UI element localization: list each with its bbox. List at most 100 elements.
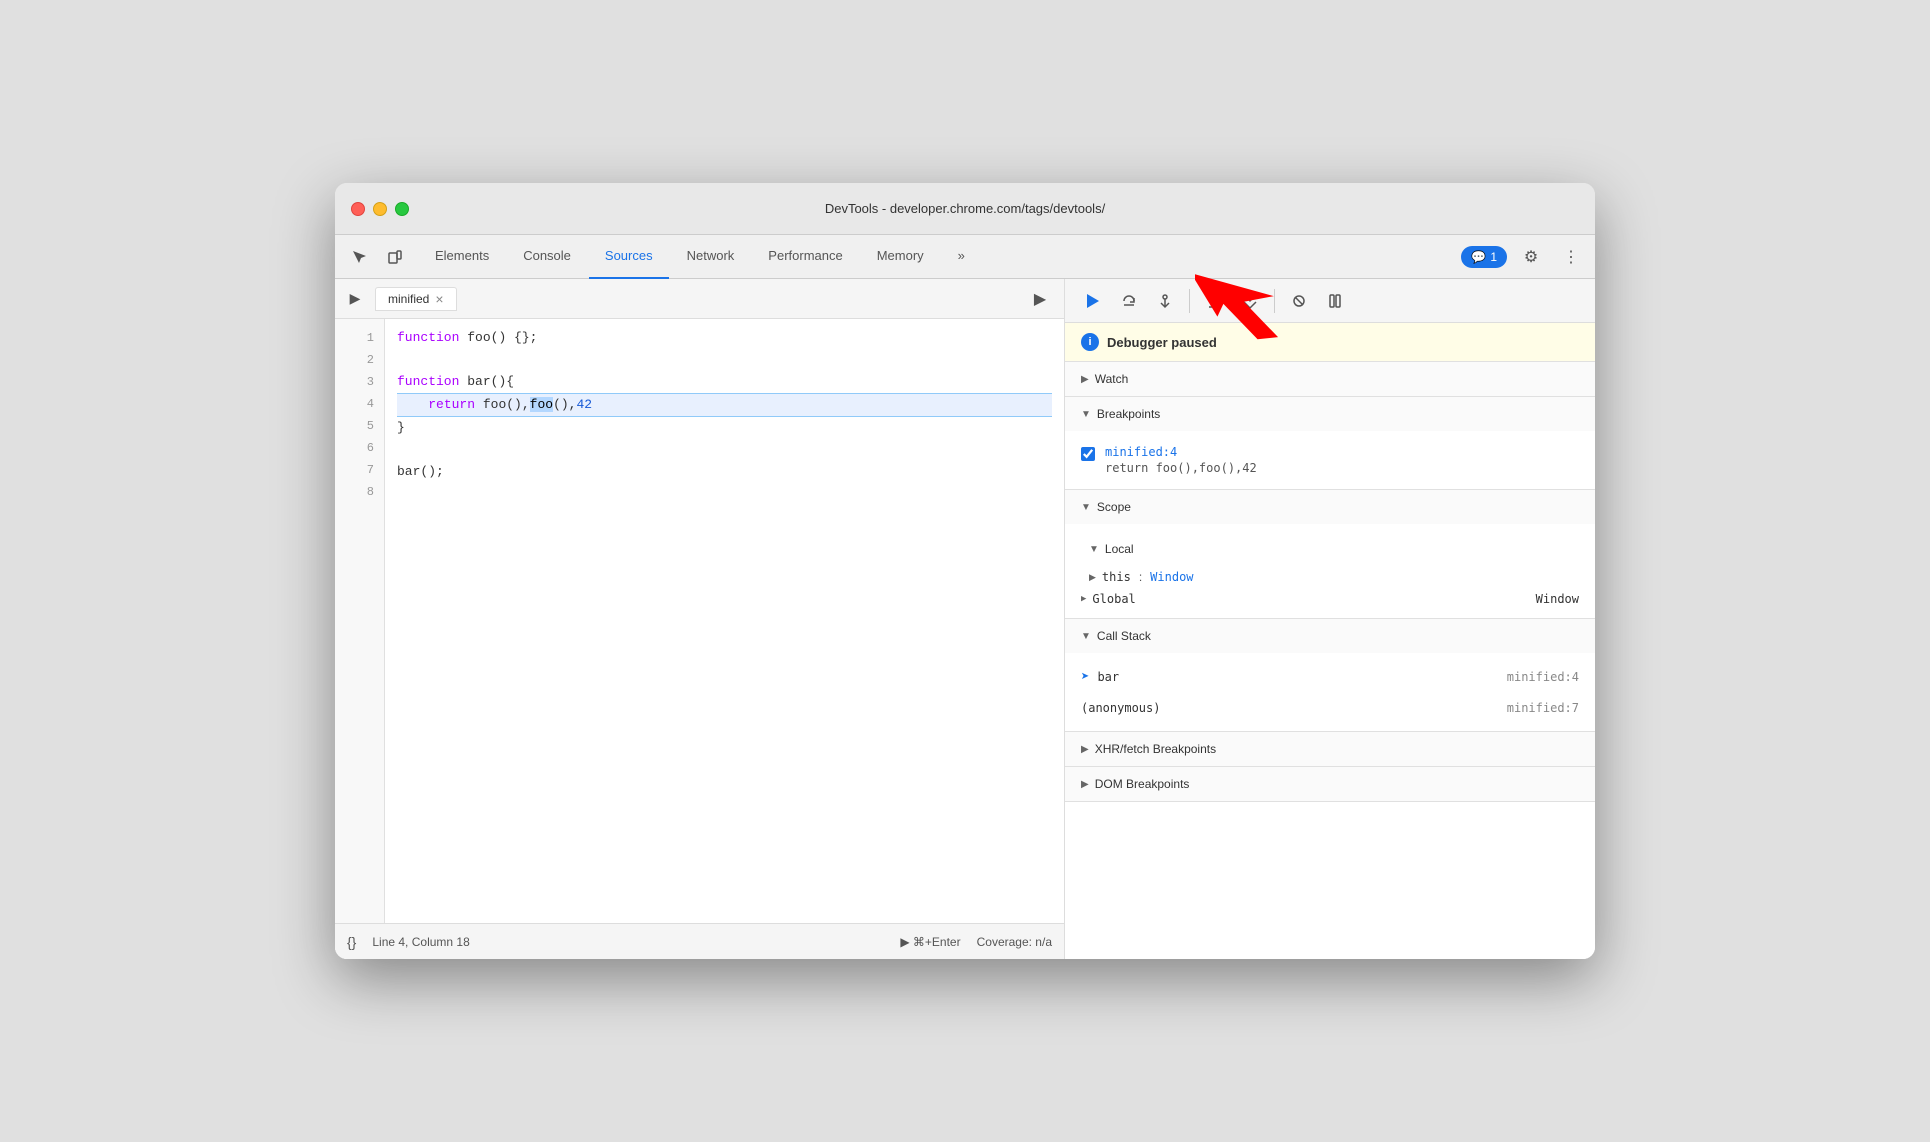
breakpoint-code: return foo(),foo(),42: [1105, 461, 1579, 475]
this-key: this: [1102, 570, 1131, 584]
chat-icon: 💬: [1471, 250, 1486, 264]
breakpoint-item: minified:4 return foo(),foo(),42: [1065, 439, 1595, 481]
xhr-header[interactable]: ▶ XHR/fetch Breakpoints: [1065, 732, 1595, 766]
callstack-collapse-icon: ▼: [1081, 631, 1091, 642]
coverage-label: Coverage: n/a: [977, 935, 1052, 949]
dom-header[interactable]: ▶ DOM Breakpoints: [1065, 767, 1595, 801]
settings-button[interactable]: ⚙: [1515, 241, 1547, 273]
breakpoint-checkbox[interactable]: [1081, 447, 1095, 461]
watch-label: Watch: [1095, 372, 1129, 386]
tab-network[interactable]: Network: [671, 235, 751, 279]
code-line-8: [397, 483, 1052, 505]
breakpoints-collapse-icon: ▼: [1081, 409, 1091, 420]
debugger-panel: i Debugger paused ▶ Watch ▼ Breakpoints: [1065, 279, 1595, 959]
devtools-tabs: Elements Console Sources Network Perform…: [419, 235, 1457, 279]
maximize-button[interactable]: [395, 202, 409, 216]
code-line-5: }: [397, 417, 1052, 439]
close-button[interactable]: [351, 202, 365, 216]
tab-elements[interactable]: Elements: [419, 235, 505, 279]
step-button[interactable]: [1234, 285, 1266, 317]
code-line-4: return foo(),foo(),42: [397, 394, 1052, 417]
callstack-fn-bar: bar: [1097, 670, 1119, 684]
dom-expand-icon: ▶: [1081, 779, 1089, 790]
callstack-section: ▼ Call Stack ➤ bar minified:4 (anonymous…: [1065, 619, 1595, 732]
tab-sources[interactable]: Sources: [589, 235, 669, 279]
resume-button[interactable]: [1077, 285, 1109, 317]
callstack-label: Call Stack: [1097, 629, 1151, 643]
callstack-name-anon: (anonymous): [1081, 701, 1160, 715]
run-snippet-button[interactable]: ▶: [1024, 283, 1056, 315]
callstack-body: ➤ bar minified:4 (anonymous) minified:7: [1065, 653, 1595, 731]
line-num-1: 1: [335, 327, 384, 349]
window-title: DevTools - developer.chrome.com/tags/dev…: [825, 201, 1105, 216]
global-key: Global: [1092, 592, 1135, 606]
local-label: Local: [1105, 542, 1134, 556]
code-content[interactable]: function foo() {}; function bar(){ retur…: [385, 319, 1064, 923]
code-line-2: [397, 349, 1052, 371]
deactivate-breakpoints-button[interactable]: [1283, 285, 1315, 317]
pause-on-exceptions-button[interactable]: [1319, 285, 1351, 317]
xhr-label: XHR/fetch Breakpoints: [1095, 742, 1216, 756]
scope-collapse-icon: ▼: [1081, 502, 1091, 513]
tab-memory[interactable]: Memory: [861, 235, 940, 279]
global-label[interactable]: ▶ Global: [1081, 592, 1136, 606]
tab-more[interactable]: »: [942, 235, 981, 279]
step-into-button[interactable]: [1149, 285, 1181, 317]
global-expand-icon: ▶: [1081, 594, 1086, 604]
watch-header[interactable]: ▶ Watch: [1065, 362, 1595, 396]
file-tab-close-icon[interactable]: ×: [435, 292, 443, 306]
global-row[interactable]: ▶ Global Window: [1065, 588, 1595, 610]
dom-label: DOM Breakpoints: [1095, 777, 1190, 791]
dom-section: ▶ DOM Breakpoints: [1065, 767, 1595, 802]
navigator-toggle-icon[interactable]: ▶: [343, 287, 367, 311]
breakpoints-header[interactable]: ▼ Breakpoints: [1065, 397, 1595, 431]
chat-badge-button[interactable]: 💬 1: [1461, 246, 1507, 268]
line-numbers: 1 2 3 4 5 6 7 8: [335, 319, 385, 923]
debugger-paused-banner: i Debugger paused: [1065, 323, 1595, 362]
callstack-item-anon[interactable]: (anonymous) minified:7: [1065, 693, 1595, 723]
cursor-position: Line 4, Column 18: [372, 935, 469, 949]
xhr-expand-icon: ▶: [1081, 744, 1089, 755]
sources-topbar-right: ▶: [1024, 283, 1056, 315]
scope-body: ▼ Local ▶ this : Window ▶ Global: [1065, 524, 1595, 618]
local-collapse-icon: ▼: [1089, 544, 1099, 555]
callstack-header[interactable]: ▼ Call Stack: [1065, 619, 1595, 653]
status-bar: {} Line 4, Column 18 ▶ ⌘+Enter Coverage:…: [335, 923, 1064, 959]
step-over-button[interactable]: [1113, 285, 1145, 317]
main-content: ▶ minified × ▶ 1 2 3 4 5 6 7: [335, 279, 1595, 959]
format-icon[interactable]: {}: [347, 934, 356, 950]
traffic-lights: [351, 202, 409, 216]
inspect-element-button[interactable]: [343, 241, 375, 273]
line-num-5: 5: [335, 415, 384, 437]
run-label: ▶ ⌘+Enter: [900, 935, 960, 949]
scope-header[interactable]: ▼ Scope: [1065, 490, 1595, 524]
local-header[interactable]: ▼ Local: [1065, 532, 1595, 566]
sources-topbar: ▶ minified × ▶: [335, 279, 1064, 319]
this-row[interactable]: ▶ this : Window: [1065, 566, 1595, 588]
callstack-loc-bar: minified:4: [1507, 670, 1579, 684]
scope-section: ▼ Scope ▼ Local ▶ this : Window: [1065, 490, 1595, 619]
this-value: Window: [1150, 570, 1193, 584]
code-line-3: function bar(){: [397, 371, 1052, 394]
minimize-button[interactable]: [373, 202, 387, 216]
devtools-toolbar: Elements Console Sources Network Perform…: [335, 235, 1595, 279]
callstack-current-icon: ➤: [1081, 669, 1089, 685]
callstack-item-bar[interactable]: ➤ bar minified:4: [1065, 661, 1595, 693]
scope-label: Scope: [1097, 500, 1131, 514]
breakpoints-label: Breakpoints: [1097, 407, 1160, 421]
device-toggle-button[interactable]: [379, 241, 411, 273]
code-line-1: function foo() {};: [397, 327, 1052, 349]
code-line-6: [397, 439, 1052, 461]
tab-console[interactable]: Console: [507, 235, 587, 279]
watch-collapse-icon: ▶: [1081, 374, 1089, 385]
more-options-button[interactable]: ⋮: [1555, 241, 1587, 273]
step-out-button[interactable]: [1198, 285, 1230, 317]
code-line-7: bar();: [397, 461, 1052, 483]
debug-separator-2: [1274, 289, 1275, 313]
watch-section: ▶ Watch: [1065, 362, 1595, 397]
tab-performance[interactable]: Performance: [752, 235, 858, 279]
breakpoints-body: minified:4 return foo(),foo(),42: [1065, 431, 1595, 489]
global-value: Window: [1536, 592, 1579, 606]
line-num-8: 8: [335, 481, 384, 503]
file-tab-minified[interactable]: minified ×: [375, 287, 457, 311]
